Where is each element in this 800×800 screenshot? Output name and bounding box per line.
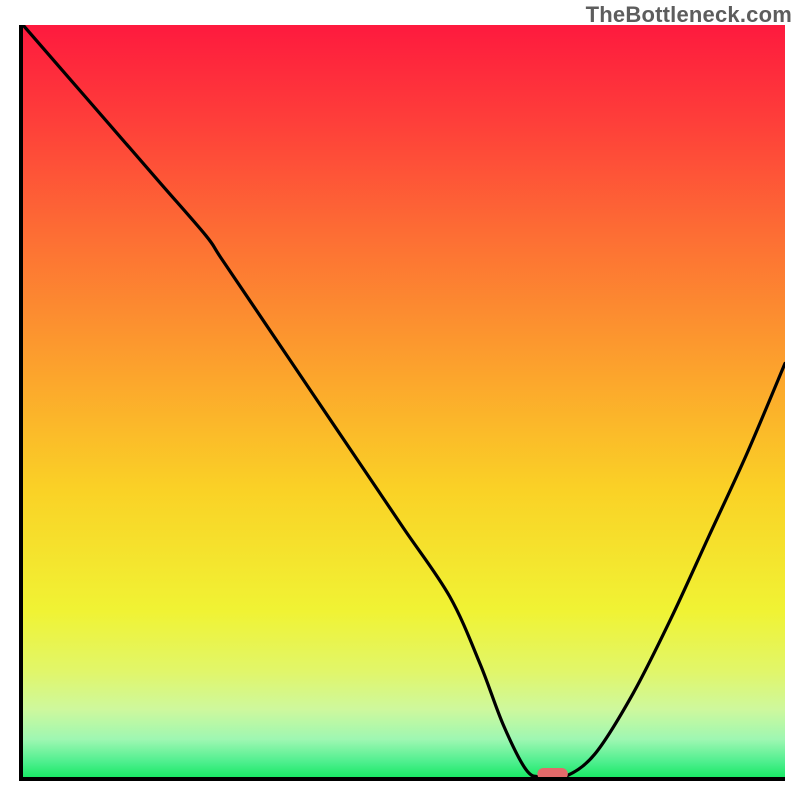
watermark-text: TheBottleneck.com (586, 2, 792, 28)
x-axis (19, 777, 785, 781)
chart-container: TheBottleneck.com (0, 0, 800, 800)
y-axis (19, 25, 23, 781)
optimum-marker (537, 768, 567, 777)
optimum-marker-layer (23, 25, 785, 777)
